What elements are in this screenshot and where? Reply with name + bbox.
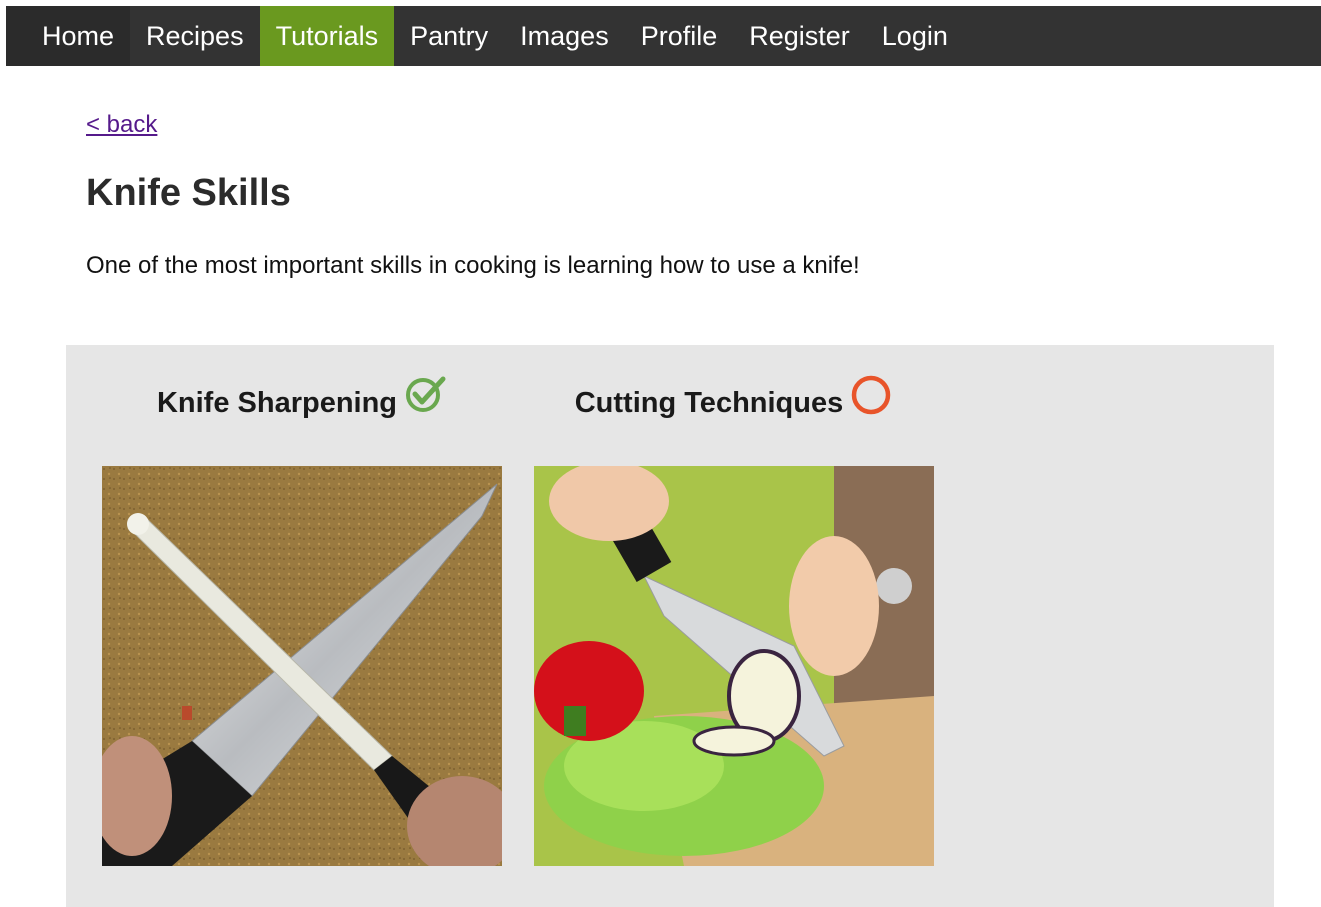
nav-item-recipes[interactable]: Recipes <box>130 6 260 66</box>
main-navbar: Home Recipes Tutorials Pantry Images Pro… <box>6 6 1321 66</box>
tutorial-panel: Knife Sharpening Cutting Techniques <box>66 345 1274 907</box>
nav-item-images[interactable]: Images <box>504 6 625 66</box>
check-circle-icon <box>405 375 447 420</box>
tutorial-card-title: Cutting Techniques <box>574 387 844 419</box>
tutorial-card-header[interactable]: Knife Sharpening <box>102 375 502 425</box>
page-title: Knife Skills <box>86 172 291 214</box>
back-link[interactable]: < back <box>86 111 157 139</box>
navbar-spacer <box>6 6 26 66</box>
nav-item-tutorials[interactable]: Tutorials <box>259 6 395 66</box>
cutting-techniques-image[interactable] <box>534 466 934 866</box>
tutorial-card-header[interactable]: Cutting Techniques <box>534 375 934 425</box>
nav-item-home[interactable]: Home <box>26 6 131 66</box>
tutorial-card-title: Knife Sharpening <box>156 387 398 419</box>
page-intro: One of the most important skills in cook… <box>86 252 860 279</box>
empty-circle-icon <box>851 375 893 420</box>
nav-item-login[interactable]: Login <box>866 6 964 66</box>
nav-item-register[interactable]: Register <box>733 6 866 66</box>
nav-item-pantry[interactable]: Pantry <box>394 6 504 66</box>
knife-sharpening-image[interactable] <box>102 466 502 866</box>
nav-item-profile[interactable]: Profile <box>625 6 734 66</box>
